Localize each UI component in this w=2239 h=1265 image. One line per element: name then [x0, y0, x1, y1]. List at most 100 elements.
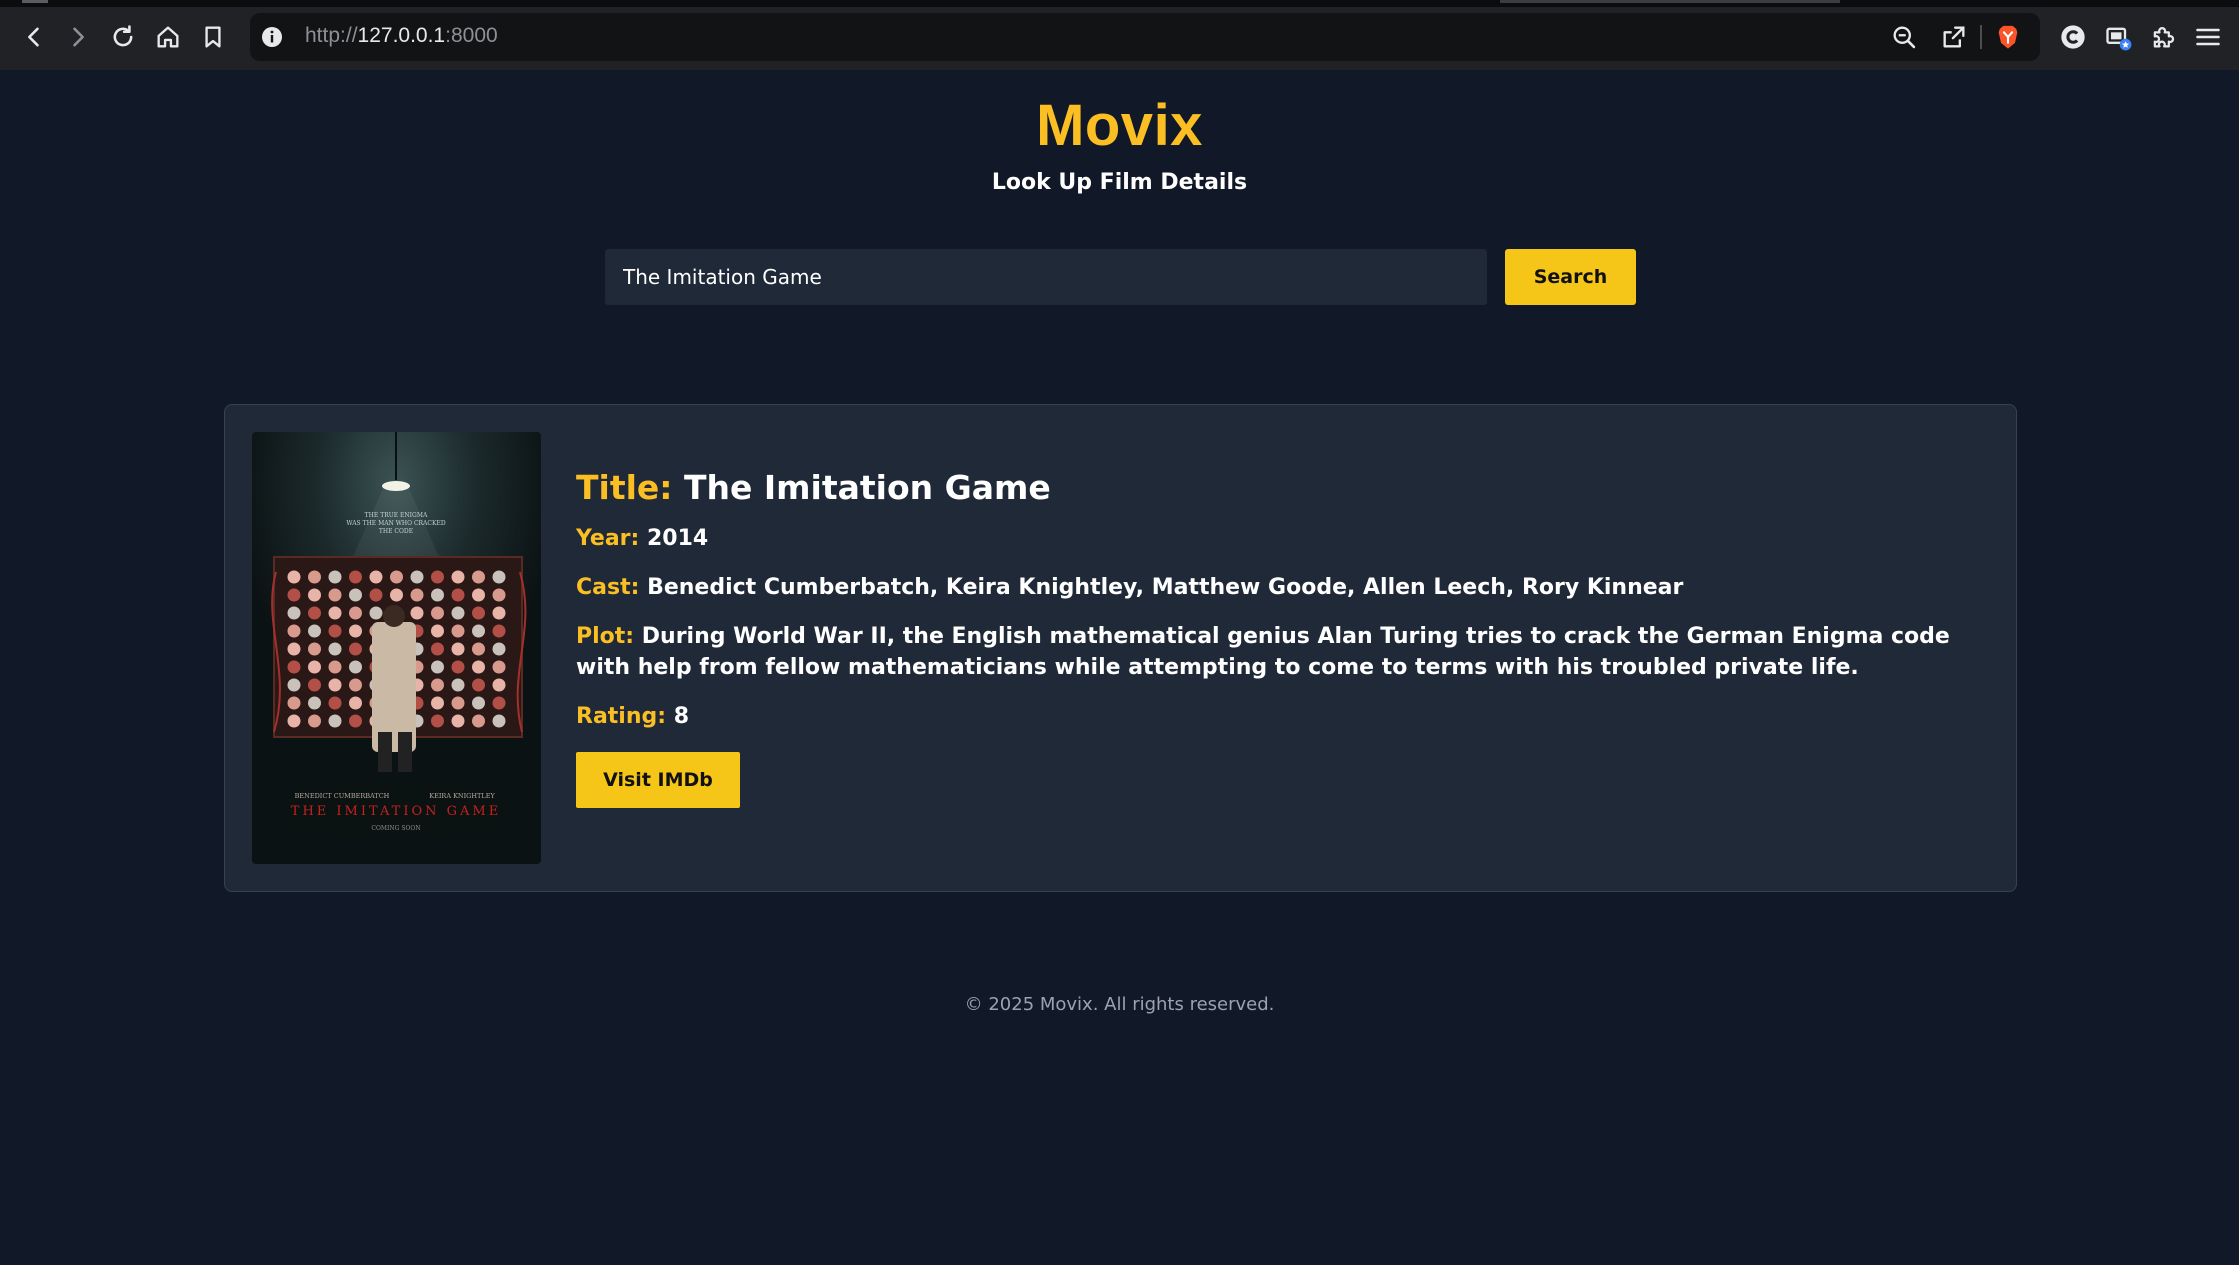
- share-icon[interactable]: [1940, 23, 1968, 51]
- poster-dial: [369, 606, 383, 620]
- forward-button[interactable]: [61, 20, 95, 54]
- poster-actor-1: BENEDICT CUMBERBATCH: [295, 792, 390, 800]
- poster-dial: [431, 606, 444, 620]
- bookmark-button[interactable]: [196, 20, 230, 54]
- poster-dial: [308, 624, 321, 638]
- address-bar[interactable]: http://127.0.0.1:8000: [250, 13, 2040, 61]
- poster-dial: [287, 624, 301, 638]
- zoom-icon[interactable]: [1890, 23, 1918, 51]
- poster-dial: [451, 678, 465, 692]
- footer-copyright: © 2025 Movix. All rights reserved.: [964, 994, 1275, 1015]
- url-port: :8000: [445, 24, 498, 47]
- poster-dial: [492, 696, 506, 710]
- poster-dial: [472, 660, 485, 674]
- toolbar-divider: [1980, 25, 1982, 49]
- poster-dial: [328, 660, 342, 674]
- poster-dial: [287, 606, 301, 620]
- tab-indicator: [1500, 0, 1840, 3]
- poster-dial: [492, 660, 506, 674]
- poster-dial: [410, 570, 424, 584]
- poster-dial: [492, 642, 506, 656]
- poster-dial: [308, 588, 321, 602]
- poster-dial: [328, 570, 342, 584]
- cast-label: Cast:: [576, 575, 640, 600]
- poster-dial: [451, 588, 465, 602]
- rating-line: Rating: 8: [576, 701, 1996, 732]
- poster-dial: [451, 714, 465, 728]
- search-button[interactable]: Search: [1505, 249, 1636, 305]
- poster-dial: [287, 678, 301, 692]
- title-label: Title:: [576, 468, 673, 507]
- poster-coming-soon: COMING SOON: [371, 825, 420, 832]
- window-extension-icon: [2106, 27, 2132, 51]
- poster-dial: [328, 606, 342, 620]
- poster-dial: [308, 606, 321, 620]
- poster-dial: [431, 624, 444, 638]
- movie-details: Title: The Imitation Game Year: 2014 Cas…: [576, 465, 1996, 808]
- extension-c-icon: [2061, 25, 2085, 49]
- poster-dial: [349, 606, 362, 620]
- brave-shield-icon[interactable]: [1994, 23, 2022, 51]
- plot-label: Plot:: [576, 624, 635, 649]
- poster-dial: [472, 606, 485, 620]
- poster-dial: [308, 642, 321, 656]
- poster-dial: [349, 642, 362, 656]
- poster-dial: [308, 696, 321, 710]
- poster-actor-2: KEIRA KNIGHTLEY: [429, 792, 495, 800]
- poster-tagline-2: WAS THE MAN WHO CRACKED: [346, 520, 445, 527]
- poster-dial: [349, 714, 362, 728]
- extension-button[interactable]: [2056, 20, 2090, 54]
- poster-dial: [349, 660, 362, 674]
- movie-rating: 8: [673, 704, 690, 729]
- poster-dial: [492, 624, 506, 638]
- bookmark-icon: [205, 26, 221, 48]
- search-input[interactable]: [605, 249, 1487, 305]
- home-icon: [157, 26, 179, 48]
- movie-plot: During World War II, the English mathema…: [576, 624, 1950, 680]
- tab-strip: [0, 0, 2239, 7]
- tab-indicator: [22, 0, 48, 3]
- poster-film-title: THE IMITATION GAME: [291, 804, 501, 819]
- extension-window-button[interactable]: [2101, 20, 2135, 54]
- poster-dial: [328, 624, 342, 638]
- reload-button[interactable]: [106, 20, 140, 54]
- poster-dial: [431, 660, 444, 674]
- poster-dial: [328, 678, 342, 692]
- poster-dial: [431, 696, 444, 710]
- poster-dial: [308, 660, 321, 674]
- poster-dial: [472, 624, 485, 638]
- poster-dial: [451, 660, 465, 674]
- poster-dial: [492, 570, 506, 584]
- poster-dial: [390, 588, 403, 602]
- cast-line: Cast: Benedict Cumberbatch, Keira Knight…: [576, 572, 1996, 603]
- poster-dial: [472, 696, 485, 710]
- movie-year: 2014: [647, 526, 709, 551]
- poster-tagline-3: THE CODE: [379, 528, 413, 535]
- menu-button[interactable]: [2191, 20, 2225, 54]
- poster-dial: [349, 570, 362, 584]
- poster-dial: [492, 588, 506, 602]
- movie-card: THE TRUE ENIGMA WAS THE MAN WHO CRACKED …: [224, 404, 2017, 892]
- poster-dial: [328, 696, 342, 710]
- brand-title: Movix: [1036, 93, 1203, 158]
- poster-dial: [308, 714, 321, 728]
- poster-dial: [410, 606, 424, 620]
- back-button[interactable]: [17, 20, 51, 54]
- visit-imdb-button[interactable]: Visit IMDb: [576, 752, 740, 808]
- site-info-icon[interactable]: [260, 25, 284, 49]
- movie-cast: Benedict Cumberbatch, Keira Knightley, M…: [647, 575, 1684, 600]
- poster-dial: [472, 678, 485, 692]
- poster-dial: [349, 624, 362, 638]
- reload-icon: [113, 25, 133, 47]
- poster-dial: [287, 570, 301, 584]
- extensions-button[interactable]: [2146, 20, 2180, 54]
- url-host: 127.0.0.1: [357, 24, 446, 47]
- poster-dial: [308, 570, 321, 584]
- plot-line: Plot: During World War II, the English m…: [576, 621, 1996, 683]
- poster-dial: [349, 696, 362, 710]
- poster-dial: [472, 570, 485, 584]
- poster-dial: [472, 588, 485, 602]
- home-button[interactable]: [151, 20, 185, 54]
- url-text[interactable]: http://127.0.0.1:8000: [305, 24, 498, 48]
- poster-dial: [287, 588, 301, 602]
